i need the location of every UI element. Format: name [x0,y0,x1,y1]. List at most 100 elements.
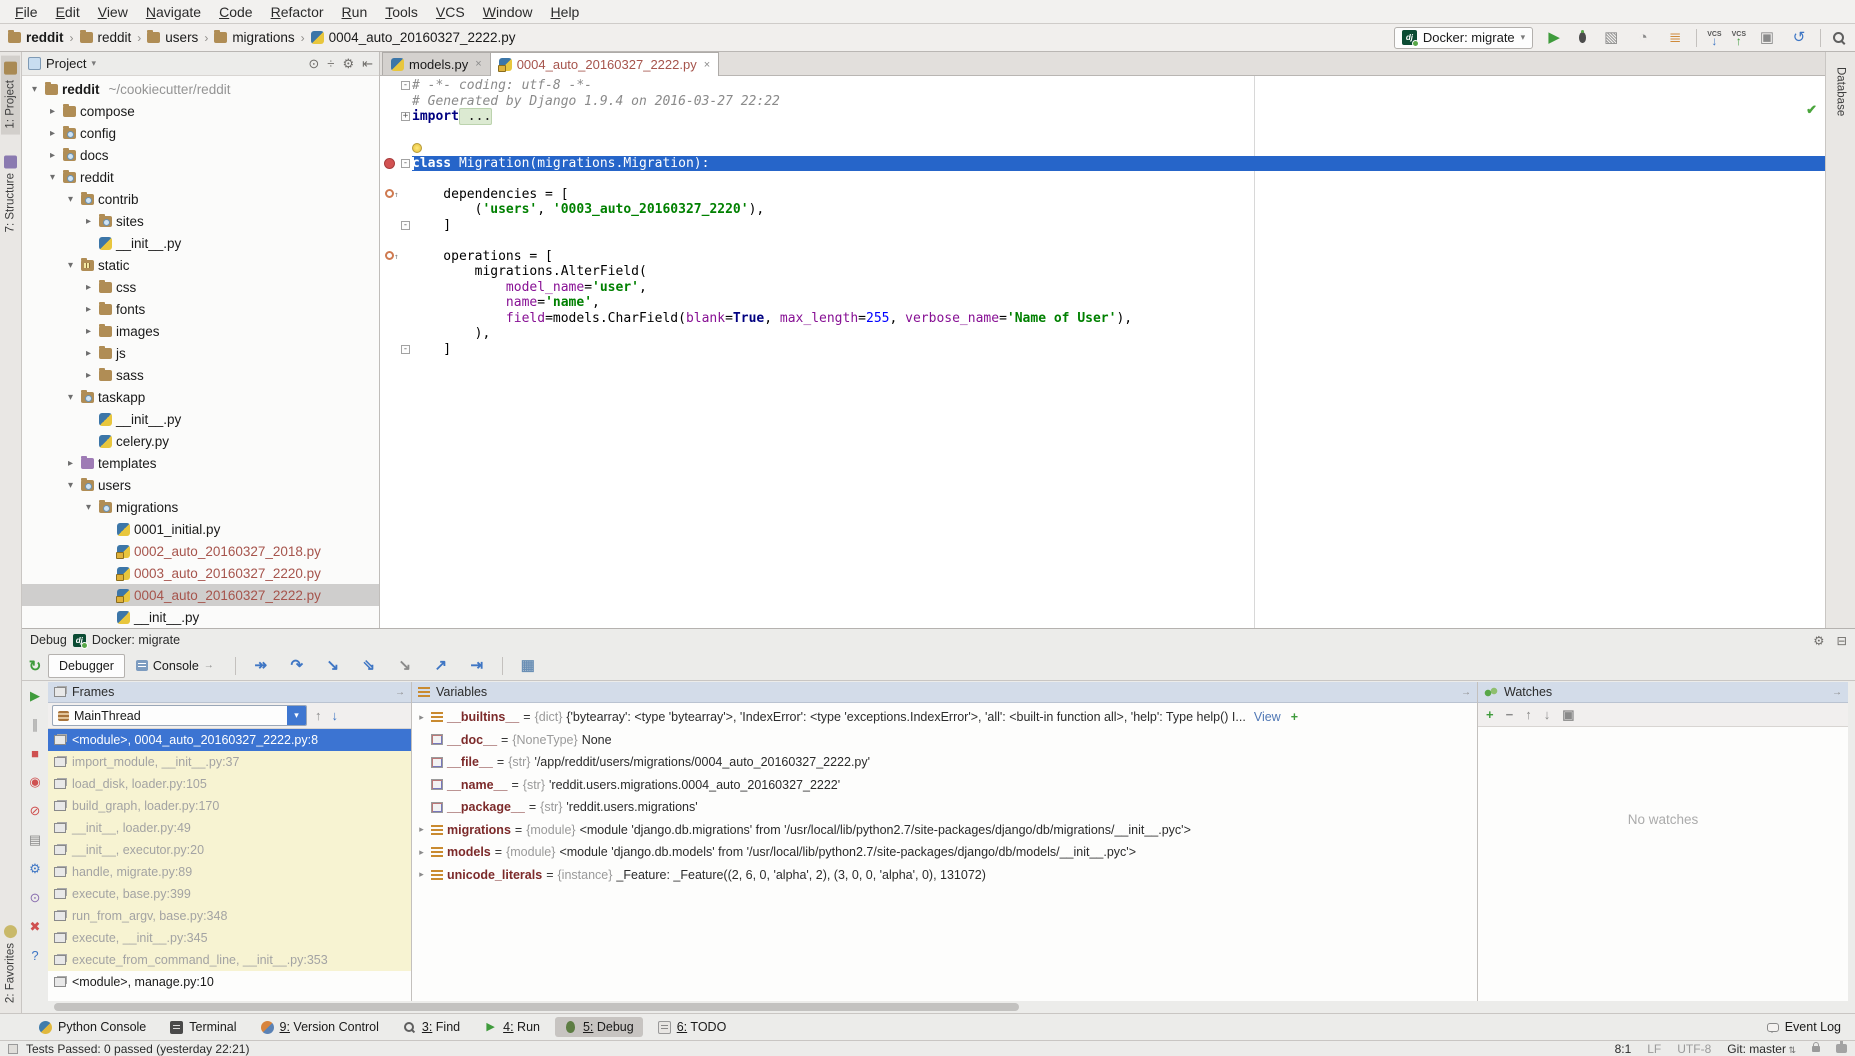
stop-button[interactable]: ■ [31,746,39,761]
tree-item[interactable]: ▾reddit [22,166,379,188]
code-line[interactable]: ('users', '0003_auto_20160327_2220'), [380,202,1825,218]
tree-item[interactable]: 0001_initial.py [22,518,379,540]
frame-row[interactable]: handle, migrate.py:89 [48,861,411,883]
editor-gutter[interactable] [380,311,412,327]
tree-item[interactable]: ▸config [22,122,379,144]
code-line[interactable]: -class Migration(migrations.Migration): [380,156,1825,172]
code-text[interactable]: # Generated by Django 1.9.4 on 2016-03-2… [412,94,1825,110]
tree-item[interactable]: celery.py [22,430,379,452]
frame-row[interactable]: execute, base.py:399 [48,883,411,905]
code-line[interactable] [380,125,1825,141]
code-text[interactable] [412,233,1825,249]
editor-gutter[interactable] [380,264,412,280]
code-text[interactable]: migrations.AlterField( [412,264,1825,280]
debugger-layout-button[interactable]: ▦ [517,658,539,673]
mute-breakpoints-button[interactable]: ⊘ [30,803,41,819]
step-out-button[interactable]: ↗ [430,658,452,673]
editor-gutter[interactable]: - [380,218,412,234]
tool-window-button-3-find[interactable]: 3: Find [394,1017,469,1037]
frame-row[interactable]: load_disk, loader.py:105 [48,773,411,795]
code-text[interactable]: model_name='user', [412,280,1825,296]
menu-navigate[interactable]: Navigate [137,4,210,20]
status-git-master[interactable]: Git: master ⇅ [1727,1042,1796,1056]
hide-panel-button[interactable]: ⇤ [362,56,373,72]
fold-collapse-icon[interactable]: - [401,81,410,90]
code-text[interactable]: dependencies = [ [412,187,1825,203]
step-into-button[interactable]: ↘ [322,658,344,673]
editor-tab-0004_auto_20160327_2222-py[interactable]: 0004_auto_20160327_2222.py× [490,52,719,76]
chevron-right-icon[interactable]: ▸ [64,458,77,469]
code-text[interactable]: ), [412,326,1825,342]
tree-item[interactable]: ▾migrations [22,496,379,518]
vcs-commit-button[interactable]: VCS↑ [1732,31,1746,45]
status-8-1[interactable]: 8:1 [1615,1042,1632,1056]
breadcrumb-item[interactable]: 0004_auto_20160327_2222.py [311,30,516,45]
menu-help[interactable]: Help [542,4,589,20]
code-area[interactable]: -# -*- coding: utf-8 -*-# Generated by D… [380,76,1825,628]
frame-down-button[interactable]: ↓ [332,708,339,723]
editor-gutter[interactable] [380,94,412,110]
chevron-right-icon[interactable]: ▸ [416,712,427,723]
frame-row[interactable]: <module>, 0004_auto_20160327_2222.py:8 [48,729,411,751]
debug-gear-button[interactable]: ⚙ [29,861,41,877]
frame-row[interactable]: <module>, manage.py:10 [48,971,411,993]
code-text[interactable] [412,140,1825,156]
variable-row[interactable]: __name__ = {str}'reddit.users.migrations… [412,774,1477,797]
code-line[interactable]: # Generated by Django 1.9.4 on 2016-03-2… [380,94,1825,110]
pin-button[interactable]: ⊙ [30,890,41,906]
chevron-right-icon[interactable]: ▸ [82,348,95,359]
editor-gutter[interactable] [380,295,412,311]
close-icon[interactable]: × [704,59,710,71]
menu-edit[interactable]: Edit [47,4,89,20]
show-changes-button[interactable]: ▣ [1756,30,1778,45]
tool-window-button-5-debug[interactable]: 5: Debug [555,1017,643,1037]
add-watch-button[interactable]: + [1486,707,1494,722]
fold-collapse-icon[interactable]: - [401,159,410,168]
variable-row[interactable]: __file__ = {str}'/app/reddit/users/migra… [412,751,1477,774]
tree-item[interactable]: ▸sites [22,210,379,232]
step-over-button[interactable]: ↷ [286,658,308,673]
editor-gutter[interactable] [380,326,412,342]
menu-refactor[interactable]: Refactor [262,4,333,20]
tool-strip-button-2-favorites[interactable]: 2: Favorites [1,919,20,1009]
code-text[interactable]: ] [412,342,1825,358]
frame-row[interactable]: execute, __init__.py:345 [48,927,411,949]
chevron-down-icon[interactable]: ▾ [64,194,77,205]
breadcrumb-item[interactable]: reddit [80,30,132,45]
chevron-down-icon[interactable]: ▾ [287,706,306,725]
code-line[interactable]: name='name', [380,295,1825,311]
code-line[interactable] [380,140,1825,156]
run-button[interactable]: ▶ [1543,30,1565,45]
frame-row[interactable]: __init__, executor.py:20 [48,839,411,861]
editor-gutter[interactable]: + [380,109,412,125]
tree-item[interactable]: ▾contrib [22,188,379,210]
help-button[interactable]: ? [31,948,38,963]
menu-view[interactable]: View [89,4,137,20]
close-icon[interactable]: × [475,58,481,70]
rollback-button[interactable]: ↺ [1788,30,1810,45]
coverage-button[interactable]: ▧ [1600,30,1622,45]
variable-row[interactable]: ▸models = {module}<module 'django.db.mod… [412,841,1477,864]
thread-combo[interactable]: MainThread ▾ [52,705,307,726]
tree-item[interactable]: __init__.py [22,232,379,254]
code-line[interactable]: dependencies = [ [380,187,1825,203]
tree-item[interactable]: ▸css [22,276,379,298]
frame-row[interactable]: execute_from_command_line, __init__.py:3… [48,949,411,971]
frame-row[interactable]: __init__, loader.py:49 [48,817,411,839]
code-text[interactable]: # -*- coding: utf-8 -*- [412,78,1825,94]
chevron-down-icon[interactable]: ▾ [28,84,41,95]
tree-item[interactable]: 0002_auto_20160327_2018.py [22,540,379,562]
debug-icon[interactable] [1575,30,1590,45]
add-to-watches-icon[interactable]: + [1291,710,1298,724]
fold-collapse-icon[interactable]: - [401,345,410,354]
tool-strip-button-database[interactable]: Database [1829,56,1853,122]
tab-console[interactable]: Console → [125,654,225,678]
chevron-right-icon[interactable]: ▸ [46,150,59,161]
code-line[interactable] [380,233,1825,249]
editor-gutter[interactable]: - [380,78,412,94]
event-log-button[interactable]: Event Log [1767,1020,1841,1034]
chevron-right-icon[interactable]: ▸ [46,128,59,139]
show-execution-point-button[interactable]: ↠ [250,658,272,673]
variable-row[interactable]: ▸unicode_literals = {instance}_Feature: … [412,864,1477,887]
frame-up-button[interactable]: ↑ [315,708,322,723]
